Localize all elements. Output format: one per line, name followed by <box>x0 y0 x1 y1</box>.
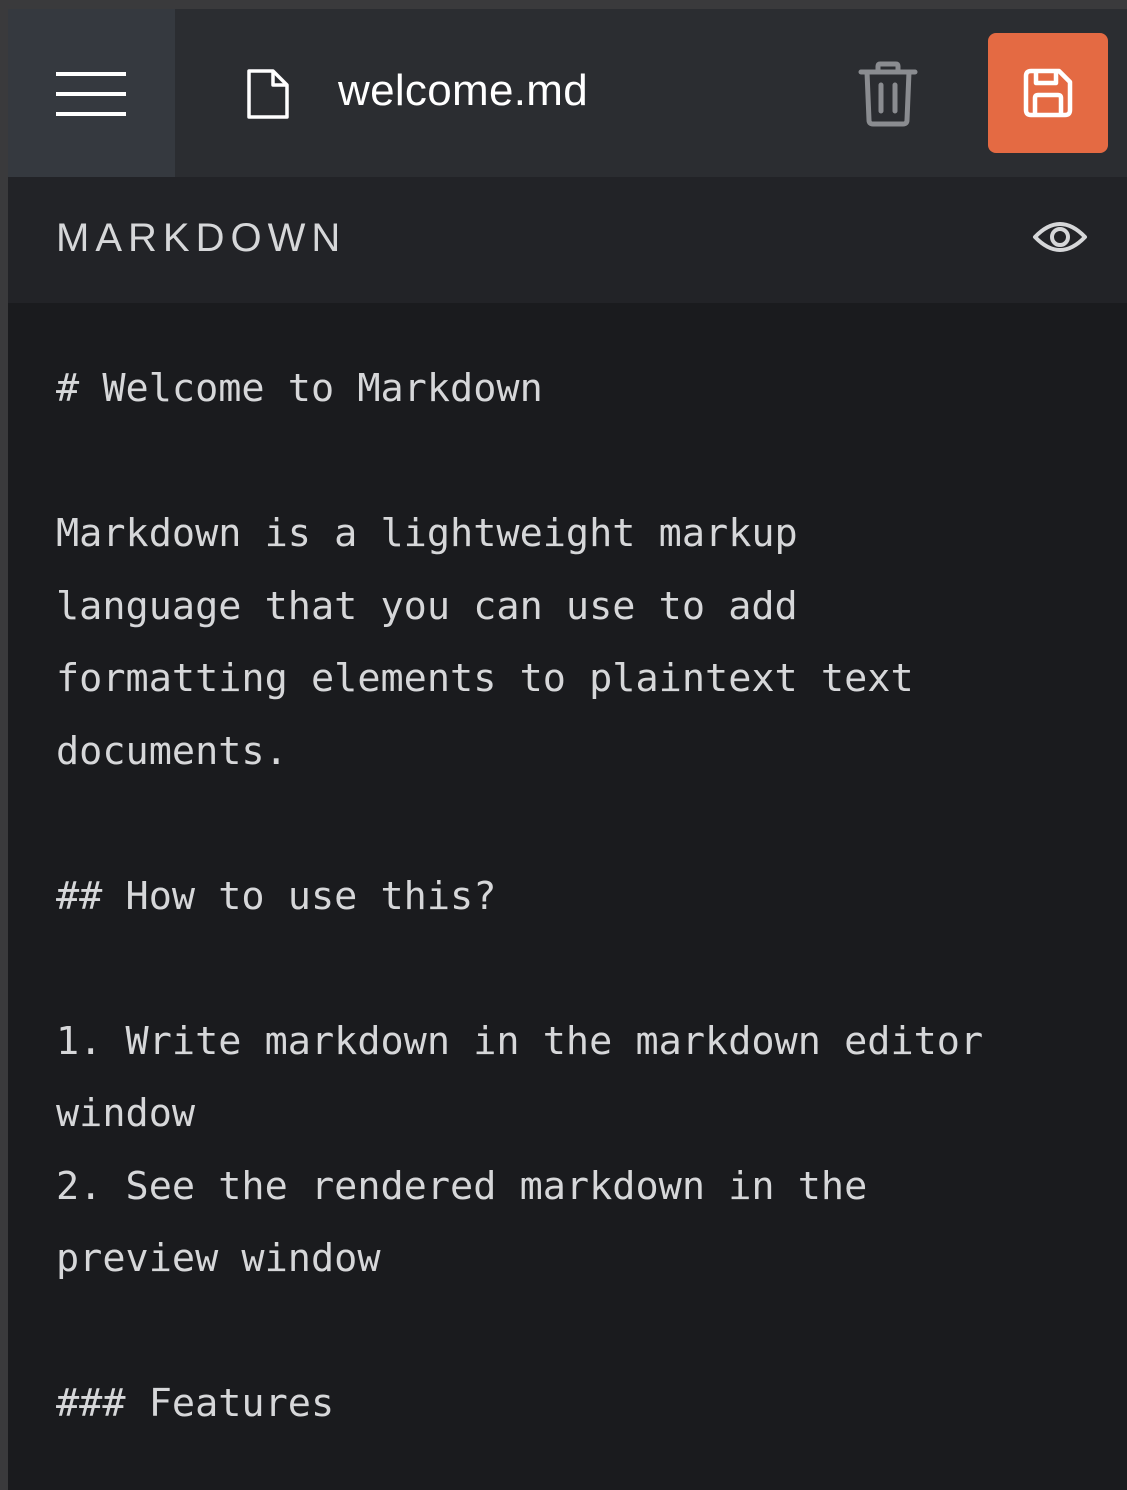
editor-text[interactable]: # Welcome to Markdown Markdown is a ligh… <box>56 353 1116 1441</box>
file-name[interactable]: welcome.md <box>338 61 588 121</box>
markdown-panel-header: MARKDOWN <box>8 177 1127 303</box>
markdown-editor[interactable]: # Welcome to Markdown Markdown is a ligh… <box>8 303 1127 1490</box>
delete-button[interactable] <box>858 61 918 127</box>
document-icon <box>247 69 289 119</box>
save-icon <box>1023 68 1073 118</box>
trash-icon <box>858 61 918 127</box>
panel-title: MARKDOWN <box>56 216 347 260</box>
save-button[interactable] <box>988 33 1108 153</box>
menu-button[interactable] <box>8 9 175 177</box>
toggle-preview-button[interactable] <box>1032 217 1088 257</box>
hamburger-menu-icon <box>56 72 126 116</box>
eye-icon <box>1033 222 1087 252</box>
markdown-app: welcome.md MARKDOWN # Welcome to Markdow… <box>8 9 1127 1490</box>
top-bar: welcome.md <box>8 9 1127 177</box>
